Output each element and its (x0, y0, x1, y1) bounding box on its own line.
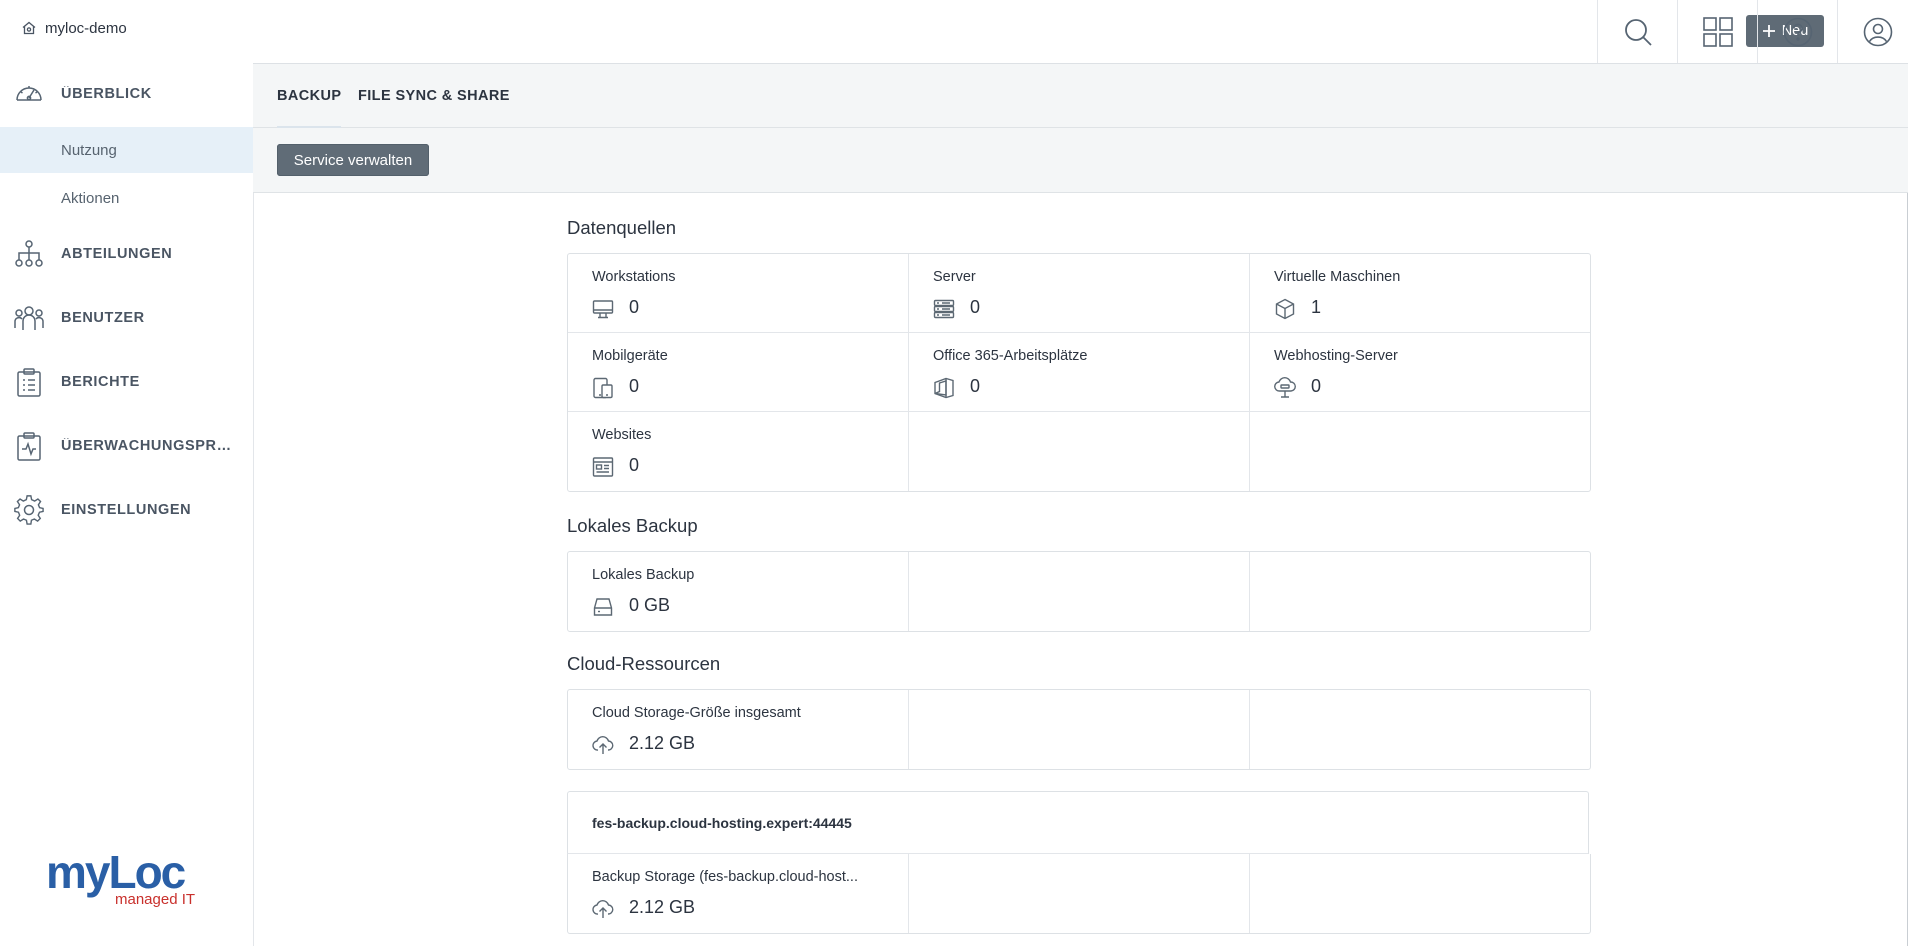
sidebar: myloc-demo ÜBERBLICK Nutzung Aktionen AB… (0, 0, 254, 946)
datasource-card-server[interactable]: Server 0 (909, 254, 1250, 333)
card-value: 0 (629, 297, 640, 317)
empty-cell (909, 854, 1250, 933)
section-title-local-backup: Lokales Backup (567, 515, 698, 536)
help-button[interactable] (1757, 0, 1838, 63)
card-value: 0 (629, 376, 640, 396)
sidebar-item-monitoring[interactable]: ÜBERWACHUNGSPROT... (0, 422, 253, 470)
local-backup-grid: Lokales Backup 0 GB (567, 551, 1591, 632)
sidebar-item-label: BERICHTE (61, 374, 140, 390)
datasource-card-websites[interactable]: Websites 0 (568, 412, 909, 491)
clipboard-monitor-icon (13, 430, 45, 462)
card-value: 2.12 GB (629, 897, 696, 917)
card-label: Mobilgeräte (592, 348, 668, 364)
office365-icon (933, 377, 955, 399)
mobile-devices-icon (592, 377, 614, 399)
datasource-card-mobile[interactable]: Mobilgeräte 0 (568, 333, 909, 412)
sidebar-subitem-label: Aktionen (61, 189, 120, 207)
hard-drive-icon (592, 596, 614, 618)
card-value: 0 GB (629, 595, 671, 615)
backup-storage-card[interactable]: Backup Storage (fes-backup.cloud-host...… (568, 854, 909, 933)
tenant-selector[interactable]: myloc-demo (21, 18, 127, 38)
sidebar-item-label: ÜBERBLICK (61, 86, 152, 102)
section-title-cloud-resources: Cloud-Ressourcen (567, 653, 721, 674)
storage-grid: Backup Storage (fes-backup.cloud-host...… (567, 854, 1591, 934)
card-label: Server (933, 269, 976, 285)
empty-cell (1250, 552, 1590, 631)
manage-service-button[interactable]: Service verwalten (277, 144, 429, 176)
card-value: 2.12 GB (629, 733, 696, 753)
card-value: 1 (1311, 297, 1322, 317)
account-icon (1863, 17, 1893, 47)
card-value: 0 (970, 297, 981, 317)
search-icon (1623, 17, 1653, 47)
myloc-logo: myLoc managed IT (46, 850, 206, 910)
monitor-icon (592, 298, 614, 320)
empty-cell (1250, 690, 1590, 769)
tab-file-sync-share[interactable]: FILE SYNC & SHARE (358, 64, 510, 127)
server-icon (933, 298, 955, 320)
datasources-grid: Workstations 0 Server 0 Virtuelle Maschi… (567, 253, 1591, 492)
hierarchy-icon (13, 238, 45, 270)
card-value: 0 (1311, 376, 1322, 396)
apps-button[interactable] (1677, 0, 1758, 63)
datasource-card-office365[interactable]: Office 365-Arbeitsplätze 0 (909, 333, 1250, 412)
card-label: Office 365-Arbeitsplätze (933, 348, 1088, 364)
sidebar-item-settings[interactable]: EINSTELLUNGEN (0, 486, 253, 534)
toolbar: Service verwalten (253, 128, 1908, 193)
card-label: Workstations (592, 269, 676, 285)
tab-bar: BACKUP FILE SYNC & SHARE (253, 64, 1908, 128)
local-backup-card[interactable]: Lokales Backup 0 GB (568, 552, 909, 631)
storage-host-header: fes-backup.cloud-hosting.expert:44445 (567, 791, 1589, 854)
cloud-resources-grid: Cloud Storage-Größe insgesamt 2.12 GB (567, 689, 1591, 770)
sidebar-item-label: ABTEILUNGEN (61, 246, 173, 262)
card-label: Virtuelle Maschinen (1274, 269, 1401, 285)
card-label: Backup Storage (fes-backup.cloud-host... (592, 869, 858, 885)
empty-cell (909, 690, 1250, 769)
card-label: Lokales Backup (592, 567, 695, 583)
storage-host-name: fes-backup.cloud-hosting.expert:44445 (592, 815, 852, 831)
gear-icon (13, 494, 45, 526)
apps-grid-icon (1703, 16, 1733, 47)
cloud-upload-icon (592, 898, 614, 920)
account-button[interactable] (1837, 0, 1908, 63)
sidebar-subitem-label: Nutzung (61, 141, 117, 159)
card-label: Cloud Storage-Größe insgesamt (592, 705, 801, 721)
sidebar-subitem-actions[interactable]: Aktionen (0, 175, 253, 221)
section-title-datasources: Datenquellen (567, 217, 677, 238)
card-value: 0 (970, 376, 981, 396)
sidebar-item-departments[interactable]: ABTEILUNGEN (0, 230, 253, 278)
cube-icon (1274, 298, 1296, 320)
website-icon (592, 456, 614, 478)
home-icon (21, 20, 37, 36)
sidebar-item-users[interactable]: BENUTZER (0, 294, 253, 342)
empty-cell (1250, 854, 1590, 933)
sidebar-item-label: BENUTZER (61, 310, 145, 326)
logo-tagline: managed IT (115, 891, 195, 908)
empty-cell (909, 552, 1250, 631)
users-icon (13, 302, 45, 334)
sidebar-subitem-usage[interactable]: Nutzung (0, 127, 253, 173)
card-label: Webhosting-Server (1274, 348, 1398, 364)
card-label: Websites (592, 427, 652, 443)
cloud-server-icon (1274, 377, 1296, 399)
clipboard-report-icon (13, 366, 45, 398)
top-bar: Neu (253, 0, 1908, 64)
card-value: 0 (629, 455, 640, 475)
help-icon (1783, 17, 1813, 47)
sidebar-item-reports[interactable]: BERICHTE (0, 358, 253, 406)
search-button[interactable] (1597, 0, 1678, 63)
datasource-card-webhosting[interactable]: Webhosting-Server 0 (1250, 333, 1590, 412)
datasource-card-virtual-machines[interactable]: Virtuelle Maschinen 1 (1250, 254, 1590, 333)
tenant-name: myloc-demo (45, 19, 127, 37)
tab-backup[interactable]: BACKUP (277, 64, 342, 128)
datasource-card-workstations[interactable]: Workstations 0 (568, 254, 909, 333)
sidebar-item-label: EINSTELLUNGEN (61, 502, 192, 518)
cloud-storage-card[interactable]: Cloud Storage-Größe insgesamt 2.12 GB (568, 690, 909, 769)
cloud-upload-icon (592, 734, 614, 756)
empty-cell (909, 412, 1250, 491)
sidebar-item-overview[interactable]: ÜBERBLICK (0, 70, 253, 118)
dashboard-icon (13, 78, 45, 110)
sidebar-item-label: ÜBERWACHUNGSPROT... (61, 438, 233, 454)
empty-cell (1250, 412, 1590, 491)
